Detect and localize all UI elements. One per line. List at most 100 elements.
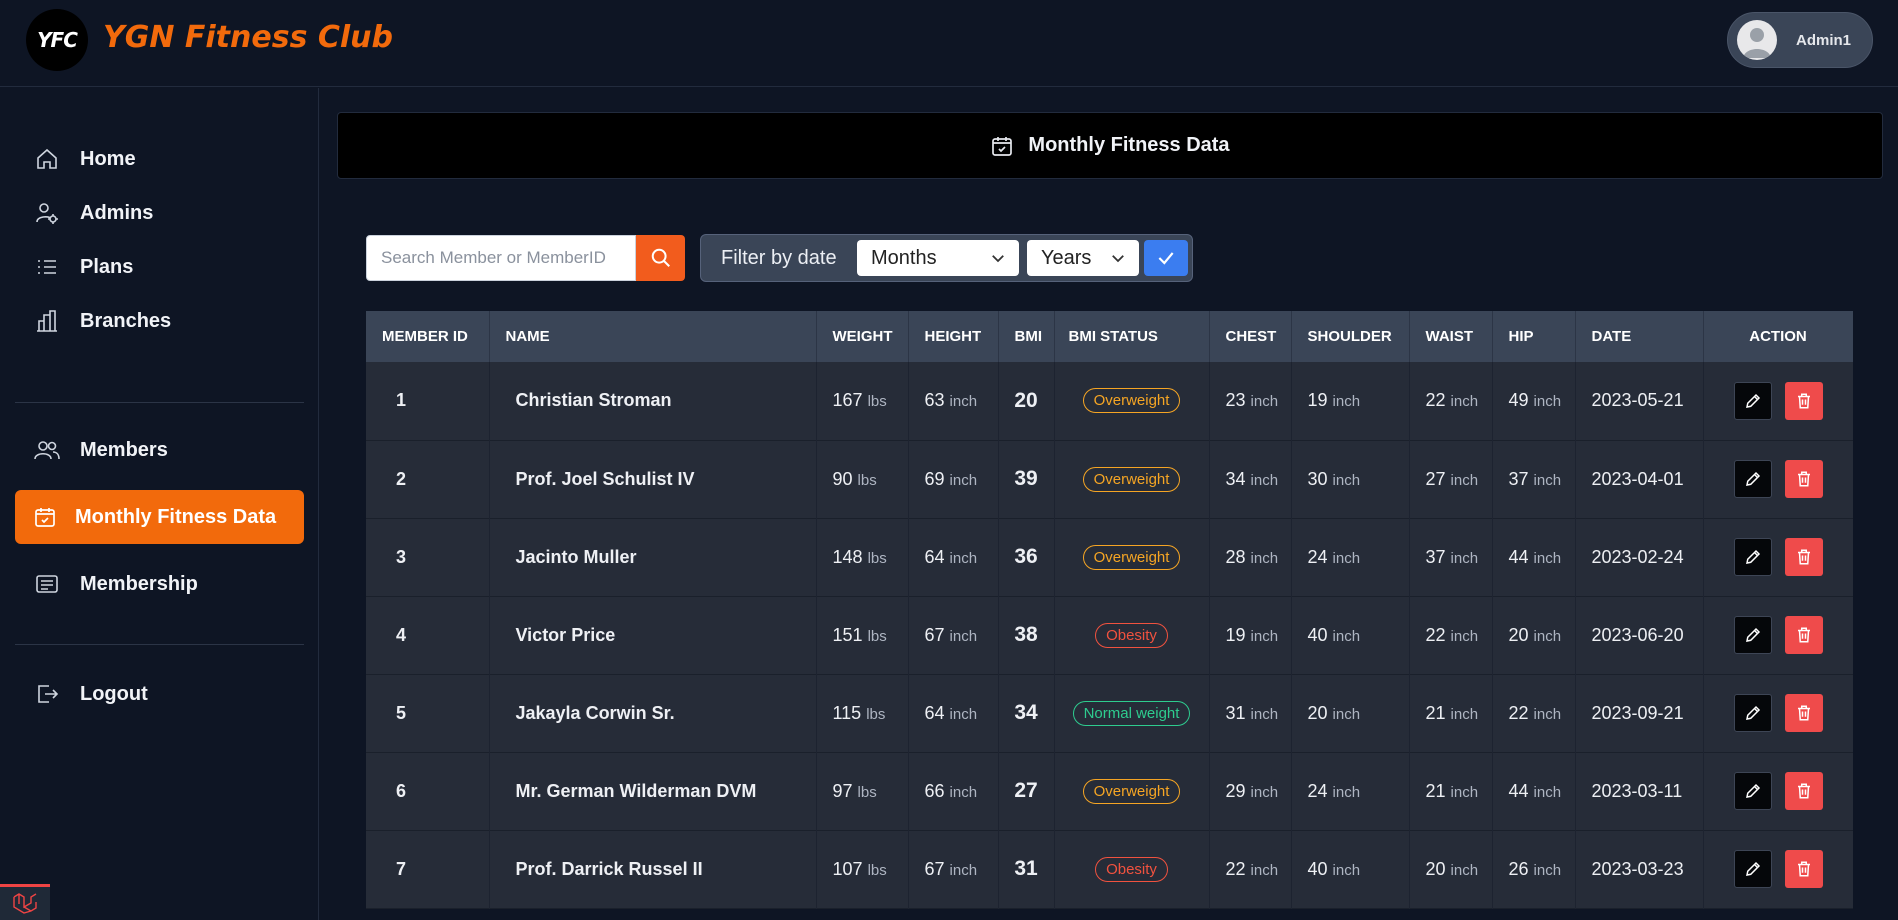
action-cell xyxy=(1703,518,1853,596)
trash-icon xyxy=(1797,549,1810,565)
delete-button[interactable] xyxy=(1784,772,1823,810)
table-row: 3 Jacinto Muller 148 lbs 64 inch 36 Over… xyxy=(366,518,1853,596)
sidebar-item-logout[interactable]: Logout xyxy=(15,667,304,721)
laravel-icon xyxy=(13,892,37,914)
pencil-icon xyxy=(1745,627,1760,642)
hip-cell: 44 inch xyxy=(1492,752,1576,830)
bmi-cell: 38 xyxy=(998,596,1055,674)
pencil-icon xyxy=(1745,549,1760,564)
waist-cell: 21 inch xyxy=(1409,674,1493,752)
unit-label: inch xyxy=(1450,549,1479,567)
laravel-debug-badge[interactable] xyxy=(0,884,50,920)
height-value: 67 xyxy=(924,858,945,879)
status-badge: Overweight xyxy=(1082,544,1181,570)
column-header[interactable]: HIP xyxy=(1492,311,1576,362)
delete-button[interactable] xyxy=(1784,850,1823,888)
table-row: 6 Mr. German Wilderman DVM 97 lbs 66 inc… xyxy=(366,752,1853,830)
unit-label: inch xyxy=(1450,705,1479,723)
hip-value: 26 xyxy=(1508,858,1529,879)
chest-value: 31 xyxy=(1225,702,1246,723)
waist-value: 22 xyxy=(1425,390,1446,411)
unit-label: lbs xyxy=(867,549,887,567)
hip-cell: 37 inch xyxy=(1492,440,1576,518)
user-gear-icon xyxy=(34,200,60,226)
chest-value: 29 xyxy=(1225,780,1246,801)
sidebar-item-members[interactable]: Members xyxy=(15,423,304,477)
delete-button[interactable] xyxy=(1784,538,1823,576)
search-input[interactable] xyxy=(381,248,635,268)
column-header[interactable]: BMI STATUS xyxy=(1054,311,1210,362)
unit-label: inch xyxy=(1332,549,1361,567)
sidebar-divider xyxy=(15,644,304,645)
delete-button[interactable] xyxy=(1784,694,1823,732)
edit-button[interactable] xyxy=(1733,381,1772,420)
chest-cell: 34 inch xyxy=(1209,440,1292,518)
unit-label: inch xyxy=(1332,393,1361,411)
year-select[interactable]: Years xyxy=(1027,240,1139,276)
edit-button[interactable] xyxy=(1733,694,1772,732)
search-button[interactable] xyxy=(636,235,685,281)
column-header[interactable]: DATE xyxy=(1575,311,1704,362)
sidebar-item-label: Members xyxy=(80,438,168,461)
pencil-icon xyxy=(1745,783,1760,798)
weight-value: 148 xyxy=(832,546,863,567)
column-header[interactable]: SHOULDER xyxy=(1291,311,1410,362)
hip-value: 37 xyxy=(1508,468,1529,489)
chest-value: 19 xyxy=(1225,624,1246,645)
bmi-cell: 36 xyxy=(998,518,1055,596)
waist-cell: 27 inch xyxy=(1409,440,1493,518)
unit-label: inch xyxy=(1250,783,1279,801)
status-badge: Obesity xyxy=(1095,856,1168,882)
sidebar-item-label: Plans xyxy=(80,255,134,278)
action-cell xyxy=(1703,362,1853,440)
edit-button[interactable] xyxy=(1733,538,1772,576)
id-card-icon xyxy=(34,571,60,597)
weight-value: 97 xyxy=(832,780,853,801)
member-name-cell: Jakayla Corwin Sr. xyxy=(489,674,817,752)
column-header[interactable]: BMI xyxy=(998,311,1055,362)
column-header[interactable]: WEIGHT xyxy=(816,311,909,362)
logout-icon xyxy=(34,681,60,707)
member-name-cell: Mr. German Wilderman DVM xyxy=(489,752,817,830)
date-cell: 2023-06-20 xyxy=(1575,596,1704,674)
delete-button[interactable] xyxy=(1784,381,1823,420)
delete-button[interactable] xyxy=(1784,460,1823,498)
user-name: Admin1 xyxy=(1796,31,1852,49)
height-value: 63 xyxy=(924,390,945,411)
shoulder-cell: 40 inch xyxy=(1291,596,1410,674)
sidebar-item-branches[interactable]: Branches xyxy=(15,294,304,348)
sidebar-item-monthly-fitness-data[interactable]: Monthly Fitness Data xyxy=(15,490,304,544)
unit-label: inch xyxy=(1450,627,1479,645)
delete-button[interactable] xyxy=(1784,616,1823,654)
unit-label: inch xyxy=(1332,471,1361,489)
edit-button[interactable] xyxy=(1733,460,1772,498)
month-select[interactable]: Months xyxy=(857,240,1019,276)
edit-button[interactable] xyxy=(1733,850,1772,888)
edit-button[interactable] xyxy=(1733,772,1772,810)
trash-icon xyxy=(1797,705,1810,721)
unit-label: inch xyxy=(1533,471,1562,489)
hip-value: 49 xyxy=(1508,390,1529,411)
sidebar-item-admins[interactable]: Admins xyxy=(15,186,304,240)
user-menu-button[interactable]: Admin1 xyxy=(1727,12,1873,68)
edit-button[interactable] xyxy=(1733,616,1772,654)
bmi-cell: 34 xyxy=(998,674,1055,752)
weight-value: 115 xyxy=(832,702,862,723)
club-logo[interactable]: YFC xyxy=(26,9,88,71)
shoulder-cell: 30 inch xyxy=(1291,440,1410,518)
column-header[interactable]: MEMBER ID xyxy=(366,311,490,362)
column-header[interactable]: HEIGHT xyxy=(908,311,999,362)
member-name-cell: Jacinto Muller xyxy=(489,518,817,596)
column-header[interactable]: WAIST xyxy=(1409,311,1493,362)
column-header[interactable]: NAME xyxy=(489,311,817,362)
date-cell: 2023-04-01 xyxy=(1575,440,1704,518)
unit-label: inch xyxy=(1450,393,1479,411)
column-header[interactable]: CHEST xyxy=(1209,311,1292,362)
sidebar-item-plans[interactable]: Plans xyxy=(15,240,304,294)
weight-cell: 151 lbs xyxy=(816,596,909,674)
apply-filter-button[interactable] xyxy=(1144,240,1188,276)
table-row: 1 Christian Stroman 167 lbs 63 inch 20 O… xyxy=(366,362,1853,440)
sidebar-item-membership[interactable]: Membership xyxy=(15,557,304,611)
sidebar-item-home[interactable]: Home xyxy=(15,132,304,186)
action-cell xyxy=(1703,752,1853,830)
